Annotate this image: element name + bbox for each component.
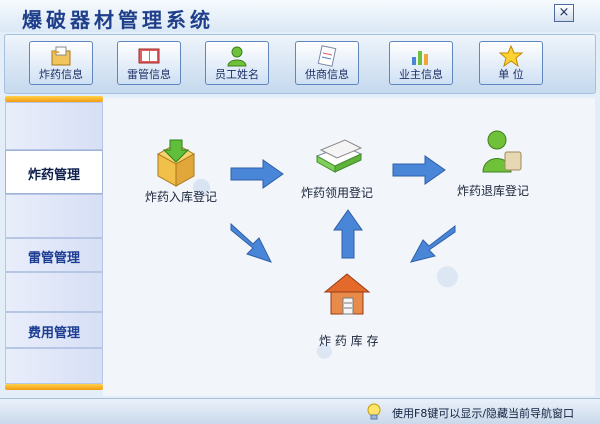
toolbar-button-supplier-info[interactable]: 供商信息 xyxy=(295,41,359,85)
status-bar: 使用F8键可以显示/隐藏当前导航窗口 xyxy=(0,398,600,424)
toolbar-button-label: 炸药信息 xyxy=(39,68,83,81)
lamp-icon xyxy=(367,403,381,420)
sidebar-item-label: 费用管理 xyxy=(27,326,80,341)
toolbar-button-label: 单 位 xyxy=(498,68,524,81)
title-bar: 爆破器材管理系统 × xyxy=(0,0,600,32)
star-icon xyxy=(498,45,524,67)
flow-node-stock[interactable]: 炸 药 库 存 xyxy=(319,332,378,349)
sidebar-item-detonator-management[interactable]: 雷管管理 xyxy=(5,238,103,272)
arrow-down-left-icon xyxy=(410,224,456,263)
flow-node-return[interactable]: 炸药退库登记 xyxy=(457,182,529,199)
user-bag-icon xyxy=(482,130,522,173)
flow-node-issue[interactable]: 炸药领用登记 xyxy=(301,184,373,201)
arrow-up-icon xyxy=(333,209,363,259)
toolbar-button-owner-info[interactable]: 业主信息 xyxy=(389,41,453,85)
status-text: 使用F8键可以显示/隐藏当前导航窗口 xyxy=(392,407,575,420)
sidebar-divider xyxy=(5,384,103,390)
sidebar-item-label: 雷管管理 xyxy=(27,251,80,266)
arrow-right-icon xyxy=(230,159,284,189)
toolbar: 炸药信息 雷管信息 员工姓名 供商信息 业主信息 单 位 xyxy=(4,34,596,94)
house-icon xyxy=(323,273,371,315)
sidebar-item-blank-4 xyxy=(5,348,103,384)
flow-panel: 炸药入库登记 炸药领用登记 炸药退库登记 炸 药 库 存 xyxy=(103,98,595,396)
sidebar-item-blank-1[interactable] xyxy=(5,102,103,150)
user-icon xyxy=(227,46,247,67)
sidebar-item-cost-management[interactable]: 费用管理 xyxy=(5,312,103,348)
document-icon xyxy=(317,45,337,67)
toolbar-button-label: 员工姓名 xyxy=(215,68,259,81)
toolbar-button-explosive-info[interactable]: 炸药信息 xyxy=(29,41,93,85)
chart-icon xyxy=(412,51,428,65)
flow-diagram xyxy=(156,130,522,315)
box-down-icon xyxy=(156,139,196,187)
app-window: 爆破器材管理系统 × 炸药信息 雷管信息 员工姓名 供商信息 业主信息 单 位 … xyxy=(0,0,600,424)
sidebar: 炸药管理 雷管管理 费用管理 xyxy=(5,96,103,396)
arrow-right-icon xyxy=(392,155,446,185)
sidebar-item-explosive-management[interactable]: 炸药管理 xyxy=(5,150,103,194)
book-icon xyxy=(138,48,160,64)
folder-explosive-icon xyxy=(51,46,71,66)
flow-node-inbound[interactable]: 炸药入库登记 xyxy=(145,188,217,205)
sidebar-item-label: 炸药管理 xyxy=(27,168,80,183)
close-button[interactable]: × xyxy=(554,4,574,22)
arrow-down-right-icon xyxy=(230,222,272,263)
toolbar-button-label: 供商信息 xyxy=(305,68,349,81)
toolbar-button-label: 雷管信息 xyxy=(127,68,171,81)
toolbar-button-detonator-info[interactable]: 雷管信息 xyxy=(117,41,181,85)
toolbar-button-staff-name[interactable]: 员工姓名 xyxy=(205,41,269,85)
sidebar-item-blank-3[interactable] xyxy=(5,272,103,312)
books-icon xyxy=(315,139,363,173)
window-title: 爆破器材管理系统 xyxy=(22,8,214,32)
toolbar-button-unit[interactable]: 单 位 xyxy=(479,41,543,85)
toolbar-button-label: 业主信息 xyxy=(399,68,443,81)
sidebar-item-blank-2[interactable] xyxy=(5,194,103,238)
